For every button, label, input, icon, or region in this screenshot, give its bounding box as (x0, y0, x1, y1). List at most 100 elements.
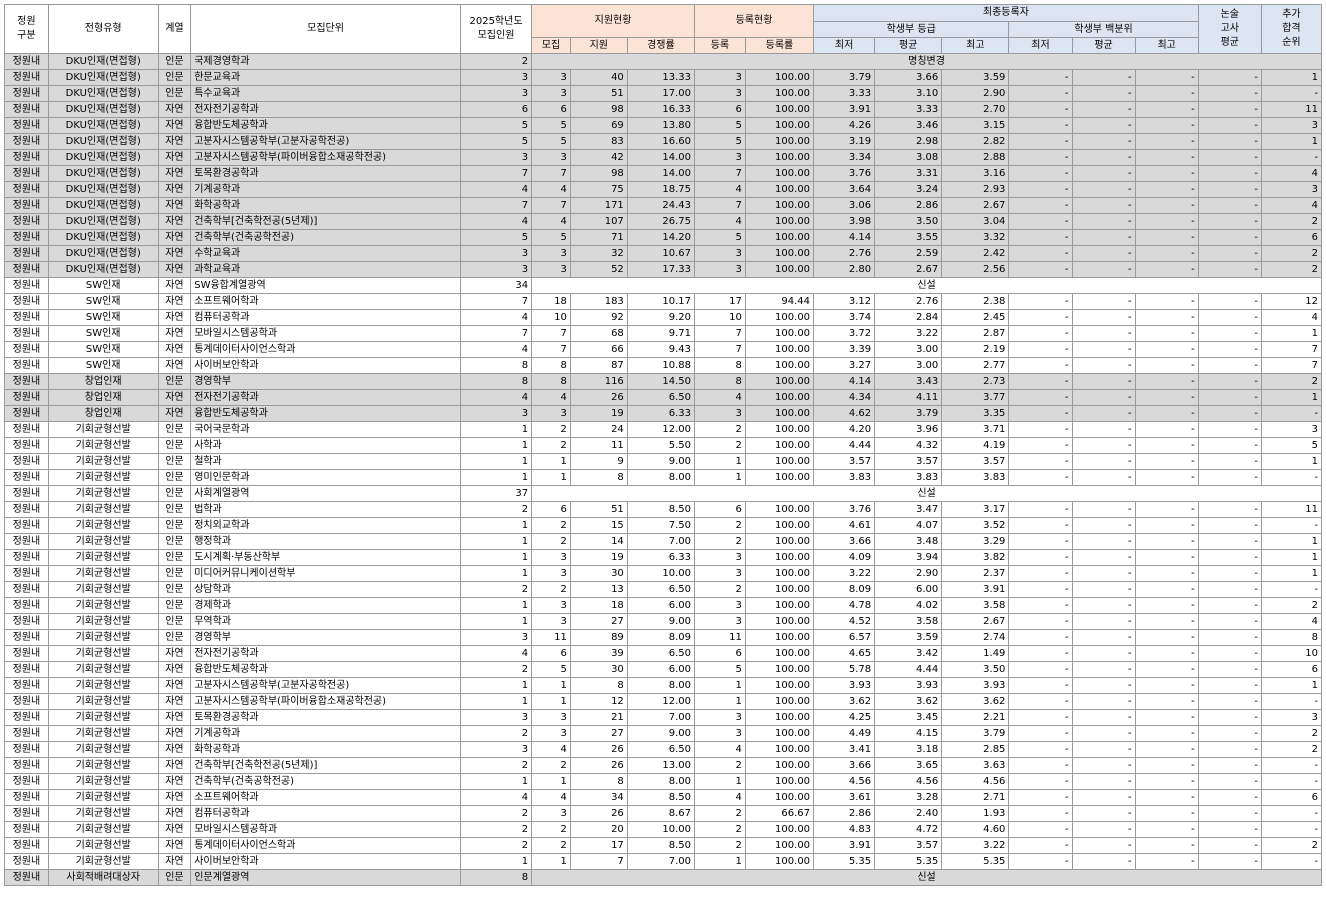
cell-recruit: 8 (531, 357, 571, 374)
cell-track: 인문 (157, 373, 192, 390)
cell-extra: 6 (1260, 229, 1323, 246)
cell-reg-rate: 100.00 (744, 421, 815, 438)
cell-pct-min: - (1008, 325, 1073, 342)
cell-quota: 1 (459, 437, 533, 454)
cell-unit: 사회계열광역 (190, 485, 461, 502)
cell-type: DKU인재(면접형) (47, 197, 159, 214)
cell-unit: 전자전기공학과 (190, 645, 461, 662)
cell-type: 기회균형선발 (47, 485, 159, 502)
cell-pct-min: - (1008, 613, 1073, 630)
cell-division: 정원내 (4, 773, 49, 790)
cell-apply: 27 (569, 613, 628, 630)
cell-grade-avg: 3.28 (874, 789, 943, 806)
cell-reg-rate: 100.00 (744, 613, 815, 630)
cell-grade-min: 6.57 (813, 629, 876, 646)
cell-reg: 5 (693, 661, 746, 678)
cell-unit: 컴퓨터공학과 (190, 309, 461, 326)
cell-extra: 2 (1260, 213, 1323, 230)
cell-ratio: 9.71 (626, 325, 695, 342)
cell-grade-max: 3.16 (941, 165, 1010, 182)
cell-grade-avg: 2.84 (874, 309, 943, 326)
cell-type: 기회균형선발 (47, 613, 159, 630)
cell-track: 자연 (157, 693, 192, 710)
cell-track: 자연 (157, 245, 192, 262)
cell-unit: 전자전기공학과 (190, 389, 461, 406)
cell-quota: 1 (459, 677, 533, 694)
cell-essay: - (1197, 677, 1262, 694)
cell-pct-max: - (1134, 133, 1199, 150)
cell-division: 정원내 (4, 565, 49, 582)
cell-division: 정원내 (4, 261, 49, 278)
cell-quota: 5 (459, 117, 533, 134)
cell-reg: 4 (693, 181, 746, 198)
cell-pct-max: - (1134, 597, 1199, 614)
cell-pct-min: - (1008, 837, 1073, 854)
cell-grade-avg: 3.65 (874, 757, 943, 774)
cell-reg: 3 (693, 69, 746, 86)
cell-grade-max: 5.35 (941, 853, 1010, 870)
cell-grade-max: 2.19 (941, 341, 1010, 358)
table-row: 정원내 기회균형선발 자연 전자전기공학과 4 6 39 6.50 6 100.00 4.65 3.4… (4, 645, 1323, 662)
cell-grade-min: 4.78 (813, 597, 876, 614)
cell-apply: 98 (569, 165, 628, 182)
cell-reg-rate: 100.00 (744, 437, 815, 454)
cell-type: 기회균형선발 (47, 421, 159, 438)
cell-reg: 2 (693, 805, 746, 822)
cell-reg-rate: 100.00 (744, 629, 815, 646)
cell-track: 인문 (157, 501, 192, 518)
cell-pct-max: - (1134, 421, 1199, 438)
cell-track: 자연 (157, 821, 192, 838)
cell-apply: 32 (569, 245, 628, 262)
header-division: 정원 구분 (4, 4, 49, 54)
cell-pct-min: - (1008, 725, 1073, 742)
cell-pct-max: - (1134, 117, 1199, 134)
cell-ratio: 6.33 (626, 549, 695, 566)
cell-recruit: 6 (531, 501, 571, 518)
cell-track: 자연 (157, 101, 192, 118)
cell-reg-rate: 100.00 (744, 757, 815, 774)
cell-grade-min: 4.25 (813, 709, 876, 726)
cell-apply: 40 (569, 69, 628, 86)
cell-type: DKU인재(면접형) (47, 53, 159, 70)
cell-unit: 행정학과 (190, 533, 461, 550)
cell-apply: 171 (569, 197, 628, 214)
cell-grade-max: 2.88 (941, 149, 1010, 166)
cell-reg-rate: 100.00 (744, 117, 815, 134)
cell-reg-rate: 100.00 (744, 325, 815, 342)
cell-type: 기회균형선발 (47, 453, 159, 470)
cell-recruit: 3 (531, 725, 571, 742)
cell-apply: 42 (569, 149, 628, 166)
cell-extra: 3 (1260, 421, 1323, 438)
cell-division: 정원내 (4, 325, 49, 342)
cell-recruit: 7 (531, 325, 571, 342)
cell-reg-rate: 100.00 (744, 693, 815, 710)
cell-ratio: 6.00 (626, 597, 695, 614)
cell-pct-min: - (1008, 197, 1073, 214)
cell-division: 정원내 (4, 757, 49, 774)
cell-ratio: 10.00 (626, 821, 695, 838)
cell-quota: 2 (459, 661, 533, 678)
cell-quota: 5 (459, 133, 533, 150)
cell-extra: 6 (1260, 789, 1323, 806)
cell-pct-avg: - (1071, 213, 1136, 230)
cell-type: DKU인재(면접형) (47, 133, 159, 150)
cell-quota: 3 (459, 85, 533, 102)
cell-essay: - (1197, 373, 1262, 390)
cell-unit: 과학교육과 (190, 261, 461, 278)
cell-unit: 경영학부 (190, 629, 461, 646)
cell-reg-rate: 100.00 (744, 837, 815, 854)
cell-ratio: 5.50 (626, 437, 695, 454)
cell-grade-avg: 4.07 (874, 517, 943, 534)
cell-pct-min: - (1008, 469, 1073, 486)
cell-pct-avg: - (1071, 517, 1136, 534)
cell-reg: 7 (693, 341, 746, 358)
cell-ratio: 14.20 (626, 229, 695, 246)
cell-pct-max: - (1134, 549, 1199, 566)
header-grade-group: 학생부 등급 (813, 21, 1010, 38)
cell-pct-max: - (1134, 85, 1199, 102)
cell-grade-max: 3.15 (941, 117, 1010, 134)
cell-unit: 정치외교학과 (190, 517, 461, 534)
cell-pct-avg: - (1071, 357, 1136, 374)
table-row: 정원내 기회균형선발 자연 통계데이터사이언스학과 2 2 17 8.50 2 100.00 3.9… (4, 837, 1323, 854)
cell-recruit: 3 (531, 613, 571, 630)
